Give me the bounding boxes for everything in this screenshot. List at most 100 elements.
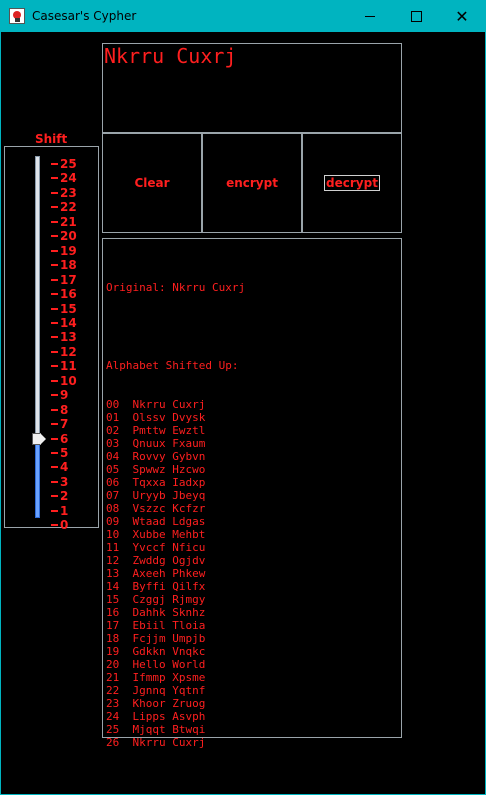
slider-tick	[51, 249, 58, 252]
slider-tick	[51, 163, 58, 165]
encrypt-button-label: encrypt	[226, 176, 278, 190]
slider-tick	[51, 423, 58, 426]
slider-tick	[51, 264, 58, 267]
slider-tick	[51, 235, 58, 238]
output-row: 09 Wtaad Ldgas	[106, 515, 206, 528]
output-row: 22 Jgnnq Yqtnf	[106, 684, 206, 697]
action-buttons: Clear encrypt decrypt	[102, 133, 402, 233]
app-icon	[9, 8, 25, 24]
slider-tick-label: 23	[60, 185, 77, 200]
clear-button-label: Clear	[134, 176, 170, 190]
slider-tick	[51, 177, 58, 180]
shift-label: Shift	[35, 132, 68, 146]
shift-slider[interactable]: 25 24 23 22 21 20 19 18 17 16 15 14 13 12 11 10 9 8 7 6 5 4 3 2…	[4, 146, 99, 532]
output-row: 01 Olssv Dvysk	[106, 411, 206, 424]
slider-tick	[51, 408, 58, 411]
output-row: 08 Vszzc Kcfzr	[106, 502, 206, 515]
encrypt-button[interactable]: encrypt	[202, 133, 302, 233]
minimize-icon	[365, 16, 375, 17]
slider-track-fill	[35, 442, 40, 518]
output-text: Original: Nkrru Cuxrj Alphabet Shifted U…	[106, 255, 245, 775]
slider-tick	[51, 437, 58, 440]
output-row: 24 Lipps Asvph	[106, 710, 206, 723]
output-row: 13 Axeeh Phkew	[106, 567, 206, 580]
message-text: Nkrru Cuxrj	[104, 44, 237, 68]
slider-tick-label: 6	[60, 431, 69, 446]
output-row: 07 Uryyb Jbeyq	[106, 489, 206, 502]
client-area: Shift 25 24 23 22 21 20 19 18 17 16 15 1 4 13 12 11 10 9 8…	[1, 32, 485, 794]
slider-tick-label: 19	[60, 243, 77, 258]
slider-tick	[51, 466, 58, 469]
output-row: 03 Qnuux Fxaum	[106, 437, 206, 450]
slider-tick	[51, 336, 58, 339]
slider-tick	[51, 206, 58, 209]
slider-tick	[51, 307, 58, 310]
slider-tick-label: 3	[60, 474, 69, 489]
output-area[interactable]: Original: Nkrru Cuxrj Alphabet Shifted U…	[102, 238, 402, 749]
minimize-button[interactable]	[347, 1, 393, 32]
output-row: 19 Gdkkn Vnqkc	[106, 645, 206, 658]
slider-tick	[51, 509, 58, 512]
slider-tick	[51, 278, 58, 281]
slider-tick-label: 21	[60, 214, 77, 229]
output-row: 05 Spwwz Hzcwo	[106, 463, 206, 476]
output-row: 16 Dahhk Sknhz	[106, 606, 206, 619]
output-row: 06 Tqxxa Iadxp	[106, 476, 206, 489]
title-bar[interactable]: Casesar's Cypher ✕	[1, 1, 485, 32]
output-rows: 00 Nkrru Cuxrj 01 Olssv Dvysk 02 Pmttw Ewz…	[106, 398, 245, 749]
decrypt-button[interactable]: decrypt	[302, 133, 402, 233]
slider-tick	[51, 191, 58, 194]
maximize-icon	[410, 11, 422, 22]
slider-tick-label: 7	[60, 417, 69, 432]
output-row: 14 Byffi Qilfx	[106, 580, 206, 593]
slider-tick-label: 18	[60, 258, 77, 273]
output-row: 04 Rovvy Gybvn	[106, 450, 206, 463]
slider-tick-label: 11	[60, 359, 77, 374]
output-row: 23 Khoor Zruog	[106, 697, 206, 710]
slider-tick	[51, 321, 58, 324]
slider-tick	[51, 394, 58, 397]
app-window: Casesar's Cypher ✕ Shift 25 24 23 22 21 20 19 1…	[0, 0, 486, 795]
slider-tick	[51, 293, 58, 296]
close-button[interactable]: ✕	[439, 1, 485, 32]
slider-tick-label: 24	[60, 171, 77, 186]
slider-tick-label: 16	[60, 287, 77, 302]
output-row: 26 Nkrru Cuxrj	[106, 736, 206, 749]
output-row: 21 Ifmmp Xpsme	[106, 671, 206, 684]
original-line: Original: Nkrru Cuxrj	[106, 281, 246, 294]
slider-tick	[51, 220, 58, 223]
slider-tick-label: 5	[60, 446, 69, 460]
slider-tick	[51, 379, 58, 382]
slider-tick-label: 8	[60, 402, 69, 417]
slider-tick-label: 1	[60, 503, 69, 518]
slider-tick-label: 15	[60, 301, 77, 316]
output-row: 25 Mjqqt Btwqi	[106, 723, 206, 736]
clear-button[interactable]: Clear	[102, 133, 202, 233]
output-row: 11 Yvccf Nficu	[106, 541, 206, 554]
message-input[interactable]: Nkrru Cuxrj	[102, 43, 402, 133]
slider-tick	[51, 350, 58, 353]
slider-tick-label: 22	[60, 200, 77, 215]
slider-tick-label: 9	[60, 388, 69, 403]
slider-tick-label: 0	[60, 518, 69, 533]
output-row: 12 Zwddg Ogjdv	[106, 554, 206, 567]
slider-tick-label: 20	[60, 229, 77, 244]
slider-tick	[51, 495, 58, 498]
slider-tick-label: 25	[60, 157, 77, 171]
slider-tick	[51, 480, 58, 483]
close-icon: ✕	[455, 7, 469, 26]
decrypt-button-label: decrypt	[324, 175, 380, 191]
output-row: 00 Nkrru Cuxrj	[106, 398, 206, 411]
slider-tick-label: 13	[60, 330, 77, 345]
slider-tick-label: 17	[60, 272, 77, 287]
maximize-button[interactable]	[393, 1, 439, 32]
slider-tick	[51, 452, 58, 454]
slider-tick-label: 10	[60, 373, 77, 388]
slider-tick-label: 12	[60, 344, 77, 359]
output-row: 18 Fcjjm Umpjb	[106, 632, 206, 645]
slider-tick-label: 4	[60, 460, 69, 475]
shift-header: Alphabet Shifted Up:	[106, 359, 239, 372]
slider-thumb[interactable]	[32, 432, 46, 445]
slider-tick	[51, 365, 58, 368]
slider-tick	[51, 524, 58, 527]
